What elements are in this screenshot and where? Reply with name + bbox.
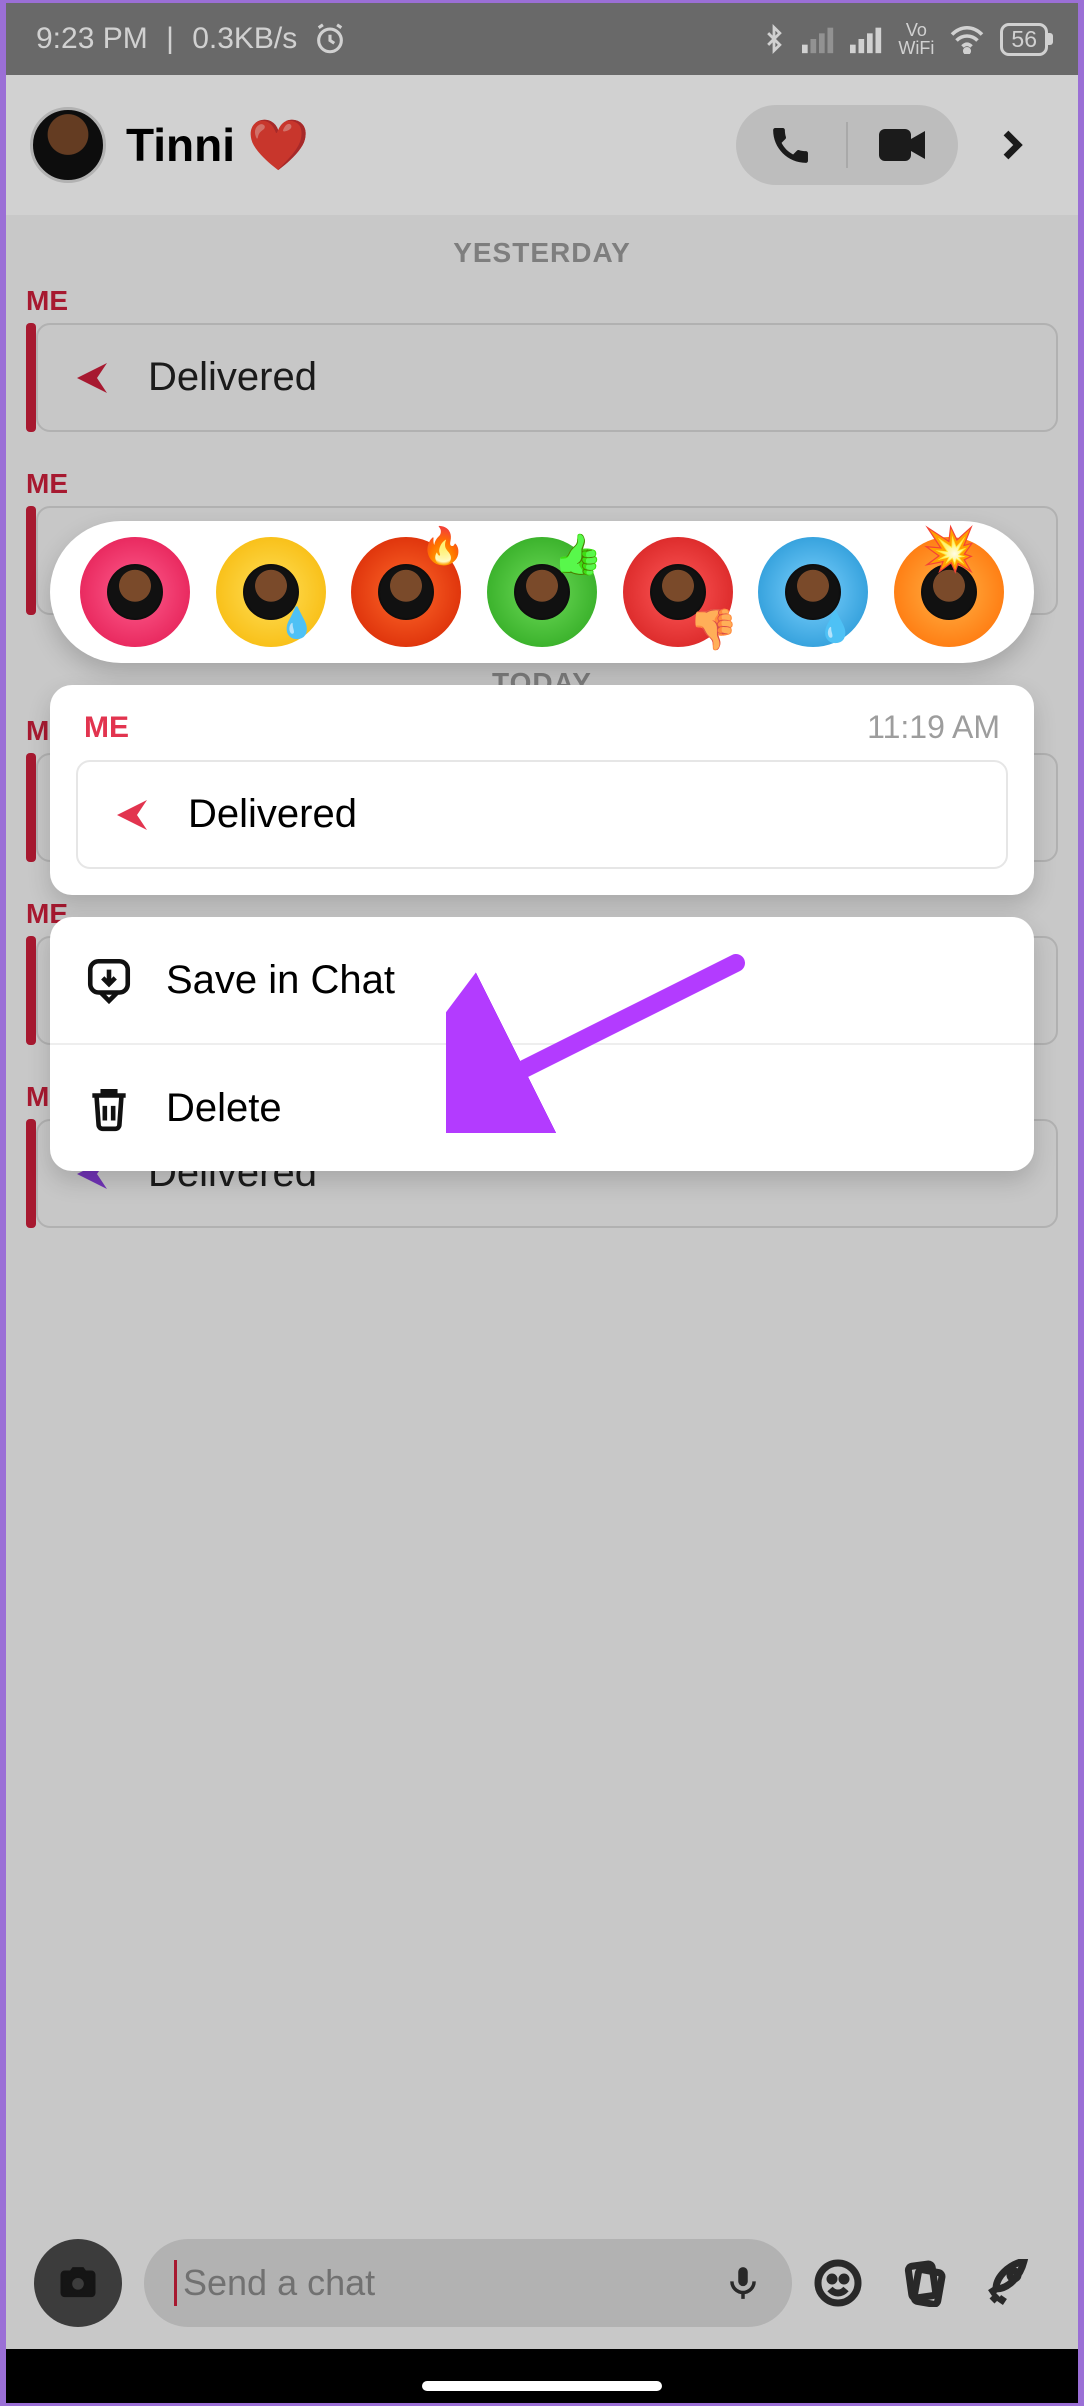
selected-message-card: ME 11:19 AM Delivered xyxy=(50,685,1034,895)
message-row[interactable]: Delivered xyxy=(6,323,1078,462)
rocket-button[interactable] xyxy=(986,2259,1050,2307)
voice-call-button[interactable] xyxy=(736,105,846,185)
contact-avatar[interactable] xyxy=(30,107,106,183)
camera-button[interactable] xyxy=(34,2239,122,2327)
sender-label: ME xyxy=(6,462,1078,506)
delete-button[interactable]: Delete xyxy=(50,1043,1034,1171)
status-bar: 9:23 PM | 0.3KB/s Vo WiFi xyxy=(6,3,1078,75)
save-icon xyxy=(84,955,134,1005)
reaction-thumbs-down[interactable] xyxy=(623,537,733,647)
status-time: 9:23 PM xyxy=(36,22,148,56)
selected-status: Delivered xyxy=(188,792,357,837)
save-in-chat-button[interactable]: Save in Chat xyxy=(50,917,1034,1043)
sticker-button[interactable] xyxy=(814,2259,878,2307)
sent-snap-icon xyxy=(112,795,152,835)
signal-1-icon xyxy=(802,24,836,54)
bluetooth-icon xyxy=(760,22,788,56)
reaction-sad[interactable] xyxy=(758,537,868,647)
wifi-icon xyxy=(948,24,986,54)
heart-icon: ❤️ xyxy=(247,116,309,175)
contact-name[interactable]: Tinni ❤️ xyxy=(126,116,716,175)
signal-2-icon xyxy=(850,24,884,54)
selected-timestamp: 11:19 AM xyxy=(867,709,1000,746)
gesture-handle[interactable] xyxy=(422,2381,662,2391)
battery-indicator: 56 xyxy=(1000,23,1048,56)
chat-header: Tinni ❤️ xyxy=(6,75,1078,215)
reaction-heart[interactable] xyxy=(80,537,190,647)
reaction-fire[interactable] xyxy=(351,537,461,647)
status-net-speed: 0.3KB/s xyxy=(192,22,297,56)
reaction-bar xyxy=(50,521,1034,663)
chat-input[interactable]: Send a chat xyxy=(144,2239,792,2327)
reaction-thumbs-up[interactable] xyxy=(487,537,597,647)
context-menu: Save in Chat Delete xyxy=(50,917,1034,1171)
sent-snap-icon xyxy=(72,358,112,398)
date-separator-yesterday: YESTERDAY xyxy=(6,215,1078,279)
message-status: Delivered xyxy=(148,355,317,400)
chat-input-placeholder: Send a chat xyxy=(183,2262,724,2304)
vowifi-indicator: Vo WiFi xyxy=(898,21,934,57)
alarm-icon xyxy=(313,22,347,56)
call-pill xyxy=(736,105,958,185)
save-in-chat-label: Save in Chat xyxy=(166,958,395,1003)
microphone-icon[interactable] xyxy=(724,2259,762,2307)
delete-label: Delete xyxy=(166,1086,282,1131)
chat-details-button[interactable] xyxy=(994,121,1054,169)
selected-sender-label: ME xyxy=(84,711,129,745)
gallery-button[interactable] xyxy=(900,2259,964,2307)
reaction-mind-blown[interactable] xyxy=(894,537,1004,647)
reaction-laugh[interactable] xyxy=(216,537,326,647)
composer-bar: Send a chat xyxy=(6,2223,1078,2343)
sender-label: ME xyxy=(6,279,1078,323)
trash-icon xyxy=(84,1083,134,1133)
video-call-button[interactable] xyxy=(848,105,958,185)
